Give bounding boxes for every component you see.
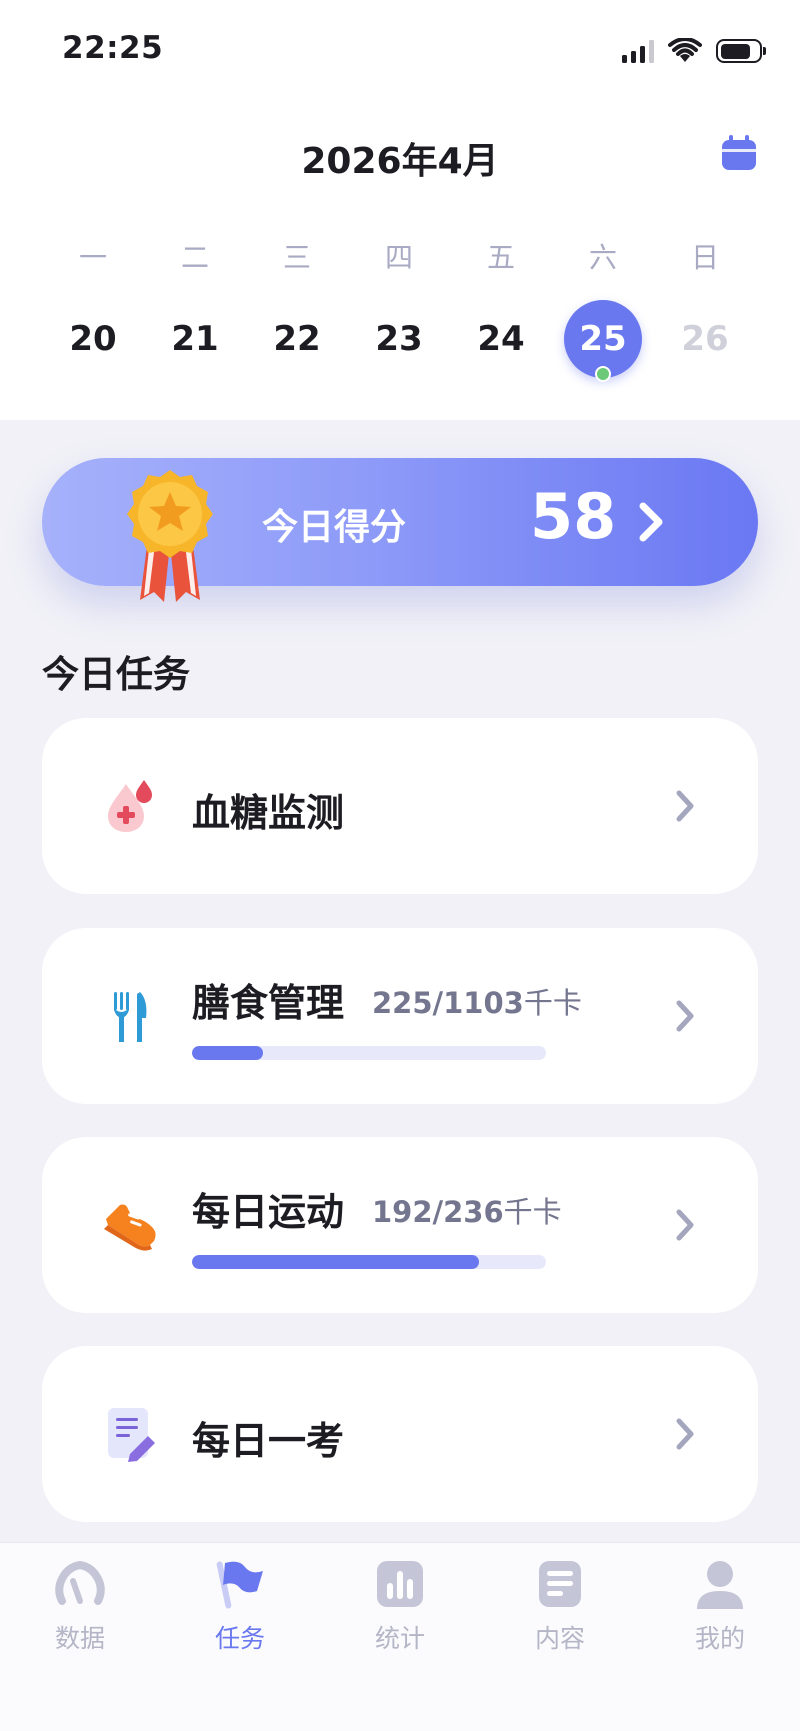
chevron-right-icon: [676, 1209, 694, 1241]
day-number: 23: [375, 319, 423, 359]
task-card-exercise[interactable]: 每日运动 192/236千卡: [42, 1137, 758, 1313]
status-icons: [622, 36, 766, 66]
person-icon: [697, 1561, 743, 1609]
calorie-unit: 千卡: [523, 986, 582, 1020]
completion-dot: [595, 366, 611, 382]
score-label: 今日得分: [262, 507, 407, 548]
calorie-unit: 千卡: [503, 1195, 562, 1229]
tab-tasks[interactable]: 任务: [160, 1543, 320, 1731]
tab-label: 任务: [214, 1624, 265, 1653]
blood-drop-icon: [108, 780, 152, 832]
day-of-week: 四: [384, 241, 413, 274]
score-value: 58: [530, 480, 617, 553]
day-of-week: 一: [78, 241, 107, 274]
tab-label: 统计: [374, 1624, 425, 1653]
calorie-progress-text: 225/1103千卡: [372, 980, 582, 1022]
day-number: 22: [273, 319, 321, 359]
medal-icon: [127, 470, 213, 602]
week-strip: 一 20 二 21 三 22 四 23 五 24 六 25 日 26: [42, 240, 772, 382]
progress-fill: [192, 1046, 263, 1060]
task-title: 每日一考: [192, 1419, 345, 1463]
calorie-progress-bar: [192, 1255, 546, 1269]
day-of-week: 日: [690, 241, 719, 274]
chevron-right-icon: [639, 502, 663, 542]
day-of-week: 三: [282, 241, 311, 274]
task-title: 每日运动: [192, 1190, 345, 1234]
bar-chart-icon: [377, 1561, 423, 1607]
day-number: 26: [681, 319, 729, 359]
tab-label: 数据: [54, 1624, 105, 1653]
day-number: 20: [69, 319, 117, 359]
task-title: 膳食管理: [192, 981, 345, 1025]
calendar-icon[interactable]: [720, 134, 758, 172]
document-icon: [539, 1561, 581, 1607]
day-sat-selected[interactable]: 六 25: [552, 240, 654, 382]
day-number: 21: [171, 319, 219, 359]
chevron-right-icon: [676, 1000, 694, 1032]
tab-content[interactable]: 内容: [480, 1543, 640, 1731]
day-wed[interactable]: 三 22: [246, 240, 348, 382]
task-card-blood-sugar[interactable]: 血糖监测: [42, 718, 758, 894]
sneaker-icon: [104, 1204, 156, 1251]
status-time: 22:25: [62, 30, 164, 66]
wifi-icon: [668, 38, 702, 62]
flag-icon: [216, 1561, 263, 1609]
tab-statistics[interactable]: 统计: [320, 1543, 480, 1731]
task-card-daily-quiz[interactable]: 每日一考: [42, 1346, 758, 1522]
daily-score-banner[interactable]: 今日得分 58: [42, 458, 758, 602]
tab-label: 我的: [694, 1624, 745, 1653]
day-of-week: 五: [486, 241, 515, 274]
day-of-week: 二: [180, 241, 209, 274]
progress-fill: [192, 1255, 479, 1269]
tab-data[interactable]: 数据: [0, 1543, 160, 1731]
calorie-values: 225/1103: [372, 986, 524, 1020]
calorie-progress-bar: [192, 1046, 546, 1060]
chevron-right-icon: [676, 1418, 694, 1450]
gauge-icon: [55, 1560, 105, 1605]
chevron-right-icon: [676, 790, 694, 822]
day-mon[interactable]: 一 20: [42, 240, 144, 382]
task-title: 血糖监测: [192, 791, 345, 835]
tab-profile[interactable]: 我的: [640, 1543, 800, 1731]
day-number: 24: [477, 319, 525, 359]
task-card-diet[interactable]: 膳食管理 225/1103千卡: [42, 928, 758, 1104]
day-thu[interactable]: 四 23: [348, 240, 450, 382]
tab-label: 内容: [534, 1624, 585, 1653]
day-sun[interactable]: 日 26: [654, 240, 756, 382]
exam-note-icon: [108, 1408, 155, 1462]
cellular-signal-icon: [622, 39, 654, 63]
fork-knife-icon: [114, 992, 147, 1042]
calorie-values: 192/236: [372, 1195, 504, 1229]
day-fri[interactable]: 五 24: [450, 240, 552, 382]
month-title: 2026年4月: [301, 141, 499, 182]
calorie-progress-text: 192/236千卡: [372, 1189, 562, 1231]
bottom-tab-bar: 数据 任务 统计 内容 我的: [0, 1542, 800, 1731]
day-tue[interactable]: 二 21: [144, 240, 246, 382]
today-tasks-title: 今日任务: [42, 653, 190, 696]
battery-icon: [716, 39, 766, 63]
day-of-week: 六: [588, 241, 617, 274]
